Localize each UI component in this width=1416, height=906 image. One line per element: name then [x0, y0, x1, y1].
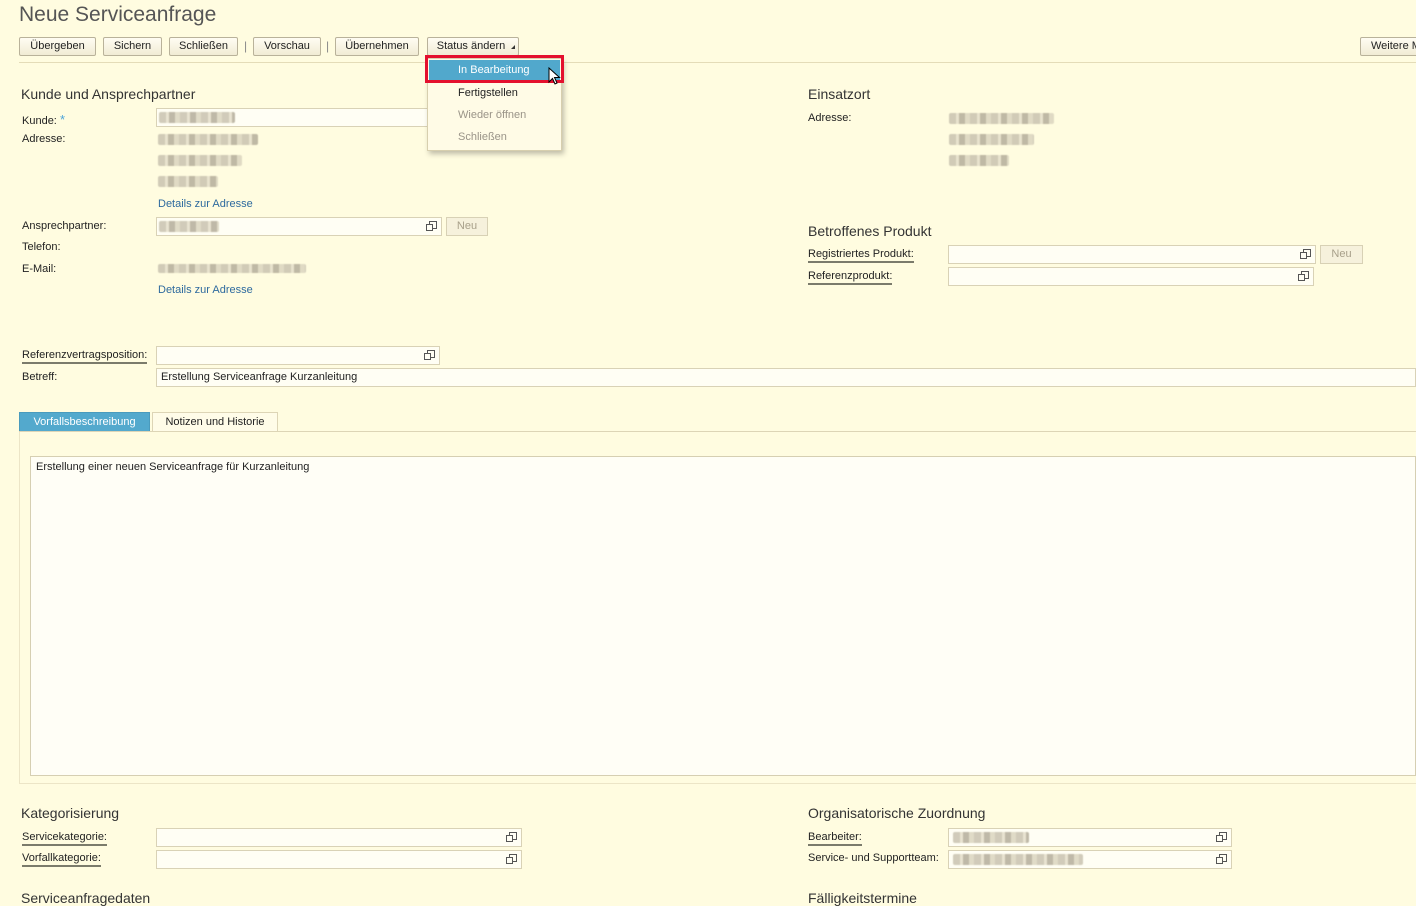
email-value-blurred [158, 264, 306, 273]
referenzprodukt-field[interactable] [948, 267, 1314, 286]
value-help-icon[interactable] [426, 221, 437, 232]
tab-notizen-und-historie[interactable]: Notizen und Historie [152, 412, 278, 432]
page-title: Neue Serviceanfrage [19, 3, 217, 26]
address-line-blurred [158, 134, 258, 145]
ansprechpartner-value-blurred [159, 221, 219, 232]
value-help-icon[interactable] [424, 350, 435, 361]
kategorisierung-title: Kategorisierung [21, 805, 120, 821]
bearbeiter-label[interactable]: Bearbeiter: [808, 831, 862, 846]
sichern-button[interactable]: Sichern [103, 37, 162, 56]
ansprechpartner-label: Ansprechpartner: [22, 220, 107, 232]
produkt-neu-button[interactable]: Neu [1320, 245, 1363, 264]
value-help-icon[interactable] [1216, 854, 1227, 865]
betreff-label: Betreff: [22, 371, 58, 383]
kunde-label-text: Kunde: [22, 115, 57, 127]
menu-item-schliessen: Schließen [458, 131, 507, 143]
servicekategorie-label[interactable]: Servicekategorie: [22, 831, 107, 846]
vorschau-button[interactable]: Vorschau [253, 37, 321, 56]
address-line-blurred [158, 155, 242, 166]
referenzprodukt-label[interactable]: Referenzprodukt: [808, 270, 893, 285]
produkt-section-title: Betroffenes Produkt [808, 223, 932, 239]
toolbar-separator: | [326, 39, 330, 53]
bearbeiter-field[interactable] [948, 828, 1232, 847]
mouse-cursor-icon [548, 66, 561, 89]
value-help-icon[interactable] [1300, 249, 1311, 260]
toolbar-divider [19, 62, 1416, 63]
value-help-icon[interactable] [1216, 832, 1227, 843]
team-value-blurred [953, 854, 1083, 865]
highlight-box [425, 55, 564, 83]
servicekategorie-field[interactable] [156, 828, 522, 847]
kunde-value-blurred [159, 112, 235, 123]
address-line-blurred [158, 176, 218, 187]
adresse-label: Adresse: [22, 133, 66, 145]
value-help-icon[interactable] [1298, 271, 1309, 282]
menu-item-fertigstellen[interactable]: Fertigstellen [429, 83, 560, 103]
value-help-icon[interactable] [506, 854, 517, 865]
einsatzort-address-blurred [949, 113, 1054, 124]
status-aendern-label: Status ändern [436, 40, 506, 52]
schliessen-button[interactable]: Schließen [169, 37, 238, 56]
ansprechpartner-field[interactable] [156, 217, 442, 236]
bearbeiter-value-blurred [953, 832, 1029, 843]
betreff-field[interactable]: Erstellung Serviceanfrage Kurzanleitung [156, 368, 1416, 387]
weitere-button[interactable]: Weitere M [1360, 37, 1416, 56]
menu-item-wieder-oeffnen: Wieder öffnen [458, 109, 527, 121]
organisatorische-zuordnung-title: Organisatorische Zuordnung [808, 805, 986, 821]
einsatzort-adresse-label: Adresse: [808, 112, 852, 124]
team-field[interactable] [948, 850, 1232, 869]
tab-vorfallsbeschreibung[interactable]: Vorfallsbeschreibung [19, 412, 150, 432]
telefon-label: Telefon: [22, 241, 61, 253]
vorfallsbeschreibung-textarea[interactable]: Erstellung einer neuen Serviceanfrage fü… [30, 456, 1416, 776]
vorfallkategorie-field[interactable] [156, 850, 522, 869]
faelligkeitstermine-title: Fälligkeitstermine [808, 890, 917, 906]
uebernehmen-button[interactable]: Übernehmen [335, 37, 419, 56]
status-aendern-button[interactable]: Status ändern [427, 37, 519, 56]
details-zur-adresse-link[interactable]: Details zur Adresse [158, 198, 253, 210]
kunde-section-title: Kunde und Ansprechpartner [21, 86, 196, 102]
einsatzort-section-title: Einsatzort [808, 86, 871, 102]
einsatzort-address-blurred [949, 134, 1034, 145]
serviceanfragedaten-title: Serviceanfragedaten [21, 890, 151, 906]
ansprechpartner-neu-button[interactable]: Neu [446, 217, 488, 236]
einsatzort-address-blurred [949, 155, 1009, 166]
kunde-field[interactable] [156, 108, 436, 127]
referenzvertragsposition-field[interactable] [156, 346, 440, 365]
toolbar-separator: | [244, 39, 248, 53]
details-zur-adresse-link-2[interactable]: Details zur Adresse [158, 284, 253, 296]
uebergeben-button[interactable]: Übergeben [19, 37, 96, 56]
dropdown-arrow-icon [511, 45, 515, 49]
required-marker: * [59, 112, 65, 127]
value-help-icon[interactable] [506, 832, 517, 843]
email-label: E-Mail: [22, 263, 57, 275]
vorfallkategorie-label[interactable]: Vorfallkategorie: [22, 852, 101, 867]
registriertes-produkt-field[interactable] [948, 245, 1316, 264]
kunde-label: Kunde: * [22, 112, 65, 127]
registriertes-produkt-label[interactable]: Registriertes Produkt: [808, 248, 914, 263]
team-label: Service- und Supportteam: [808, 852, 939, 864]
referenzvertragsposition-label[interactable]: Referenzvertragsposition: [22, 349, 148, 364]
